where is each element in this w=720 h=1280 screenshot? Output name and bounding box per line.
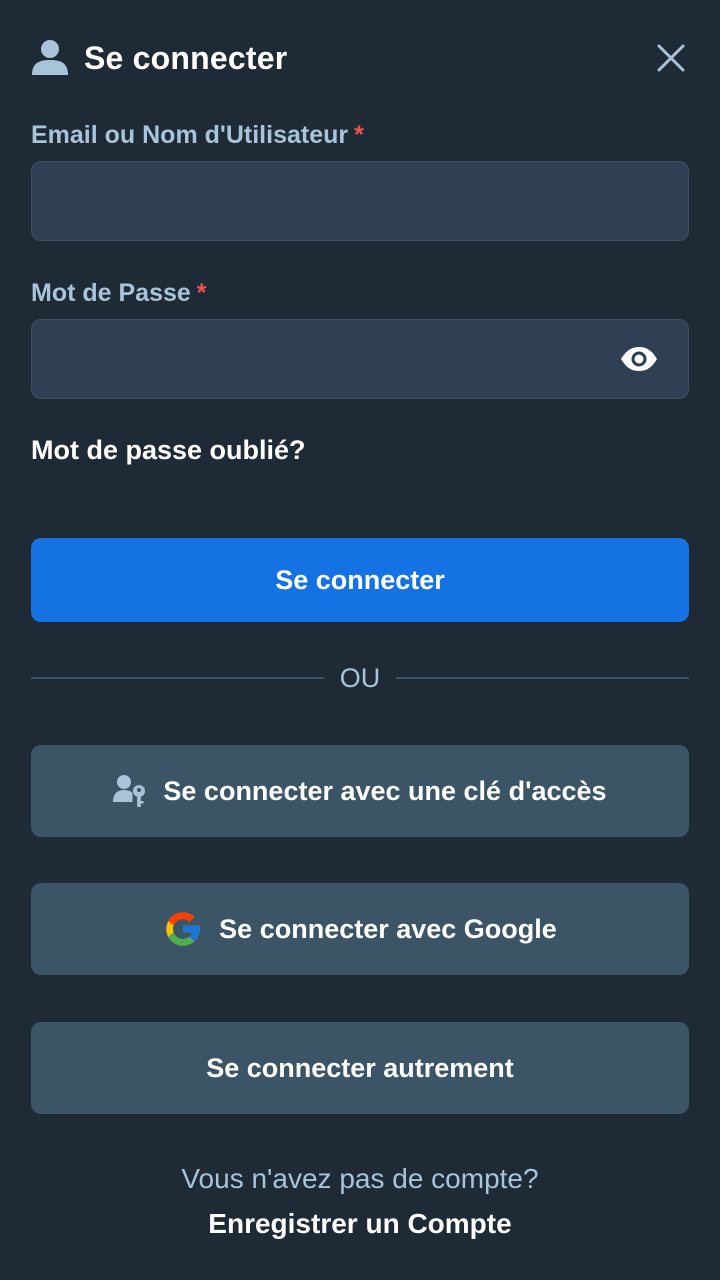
close-button[interactable] [653, 40, 689, 76]
google-login-button[interactable]: Se connecter avec Google [31, 883, 689, 975]
no-account-text: Vous n'avez pas de compte? [181, 1163, 539, 1194]
close-icon [657, 44, 685, 72]
login-panel: Se connecter Email ou Nom d'Utilisateur *… [0, 0, 720, 1280]
other-login-button[interactable]: Se connecter autrement [31, 1022, 689, 1114]
register-link[interactable]: Enregistrer un Compte [0, 1208, 720, 1240]
divider-line-left [31, 677, 324, 679]
google-login-label: Se connecter avec Google [219, 913, 557, 944]
or-divider: OU [31, 660, 689, 696]
login-button[interactable]: Se connecter [31, 538, 689, 622]
other-login-label: Se connecter autrement [206, 1052, 514, 1083]
user-icon [31, 39, 69, 77]
password-label-text: Mot de Passe [31, 279, 191, 307]
divider-label: OU [339, 662, 381, 693]
email-field[interactable] [31, 161, 689, 241]
show-password-button[interactable] [617, 342, 661, 376]
email-required-marker: * [354, 121, 364, 149]
divider-line-right [396, 677, 689, 679]
passkey-login-label: Se connecter avec une clé d'accès [163, 775, 607, 806]
passkey-login-button[interactable]: Se connecter avec une clé d'accès [31, 745, 689, 837]
eye-icon [621, 347, 657, 371]
page-title: Se connecter [84, 39, 288, 76]
password-field[interactable] [31, 319, 689, 399]
forgot-password-link[interactable]: Mot de passe oublié? [31, 435, 306, 466]
password-label: Mot de Passe * [31, 279, 207, 308]
password-required-marker: * [196, 279, 207, 307]
google-icon [163, 909, 203, 949]
email-label: Email ou Nom d'Utilisateur * [31, 121, 364, 150]
email-label-text: Email ou Nom d'Utilisateur [31, 121, 349, 149]
header: Se connecter [31, 36, 689, 80]
passkey-icon [113, 774, 147, 808]
